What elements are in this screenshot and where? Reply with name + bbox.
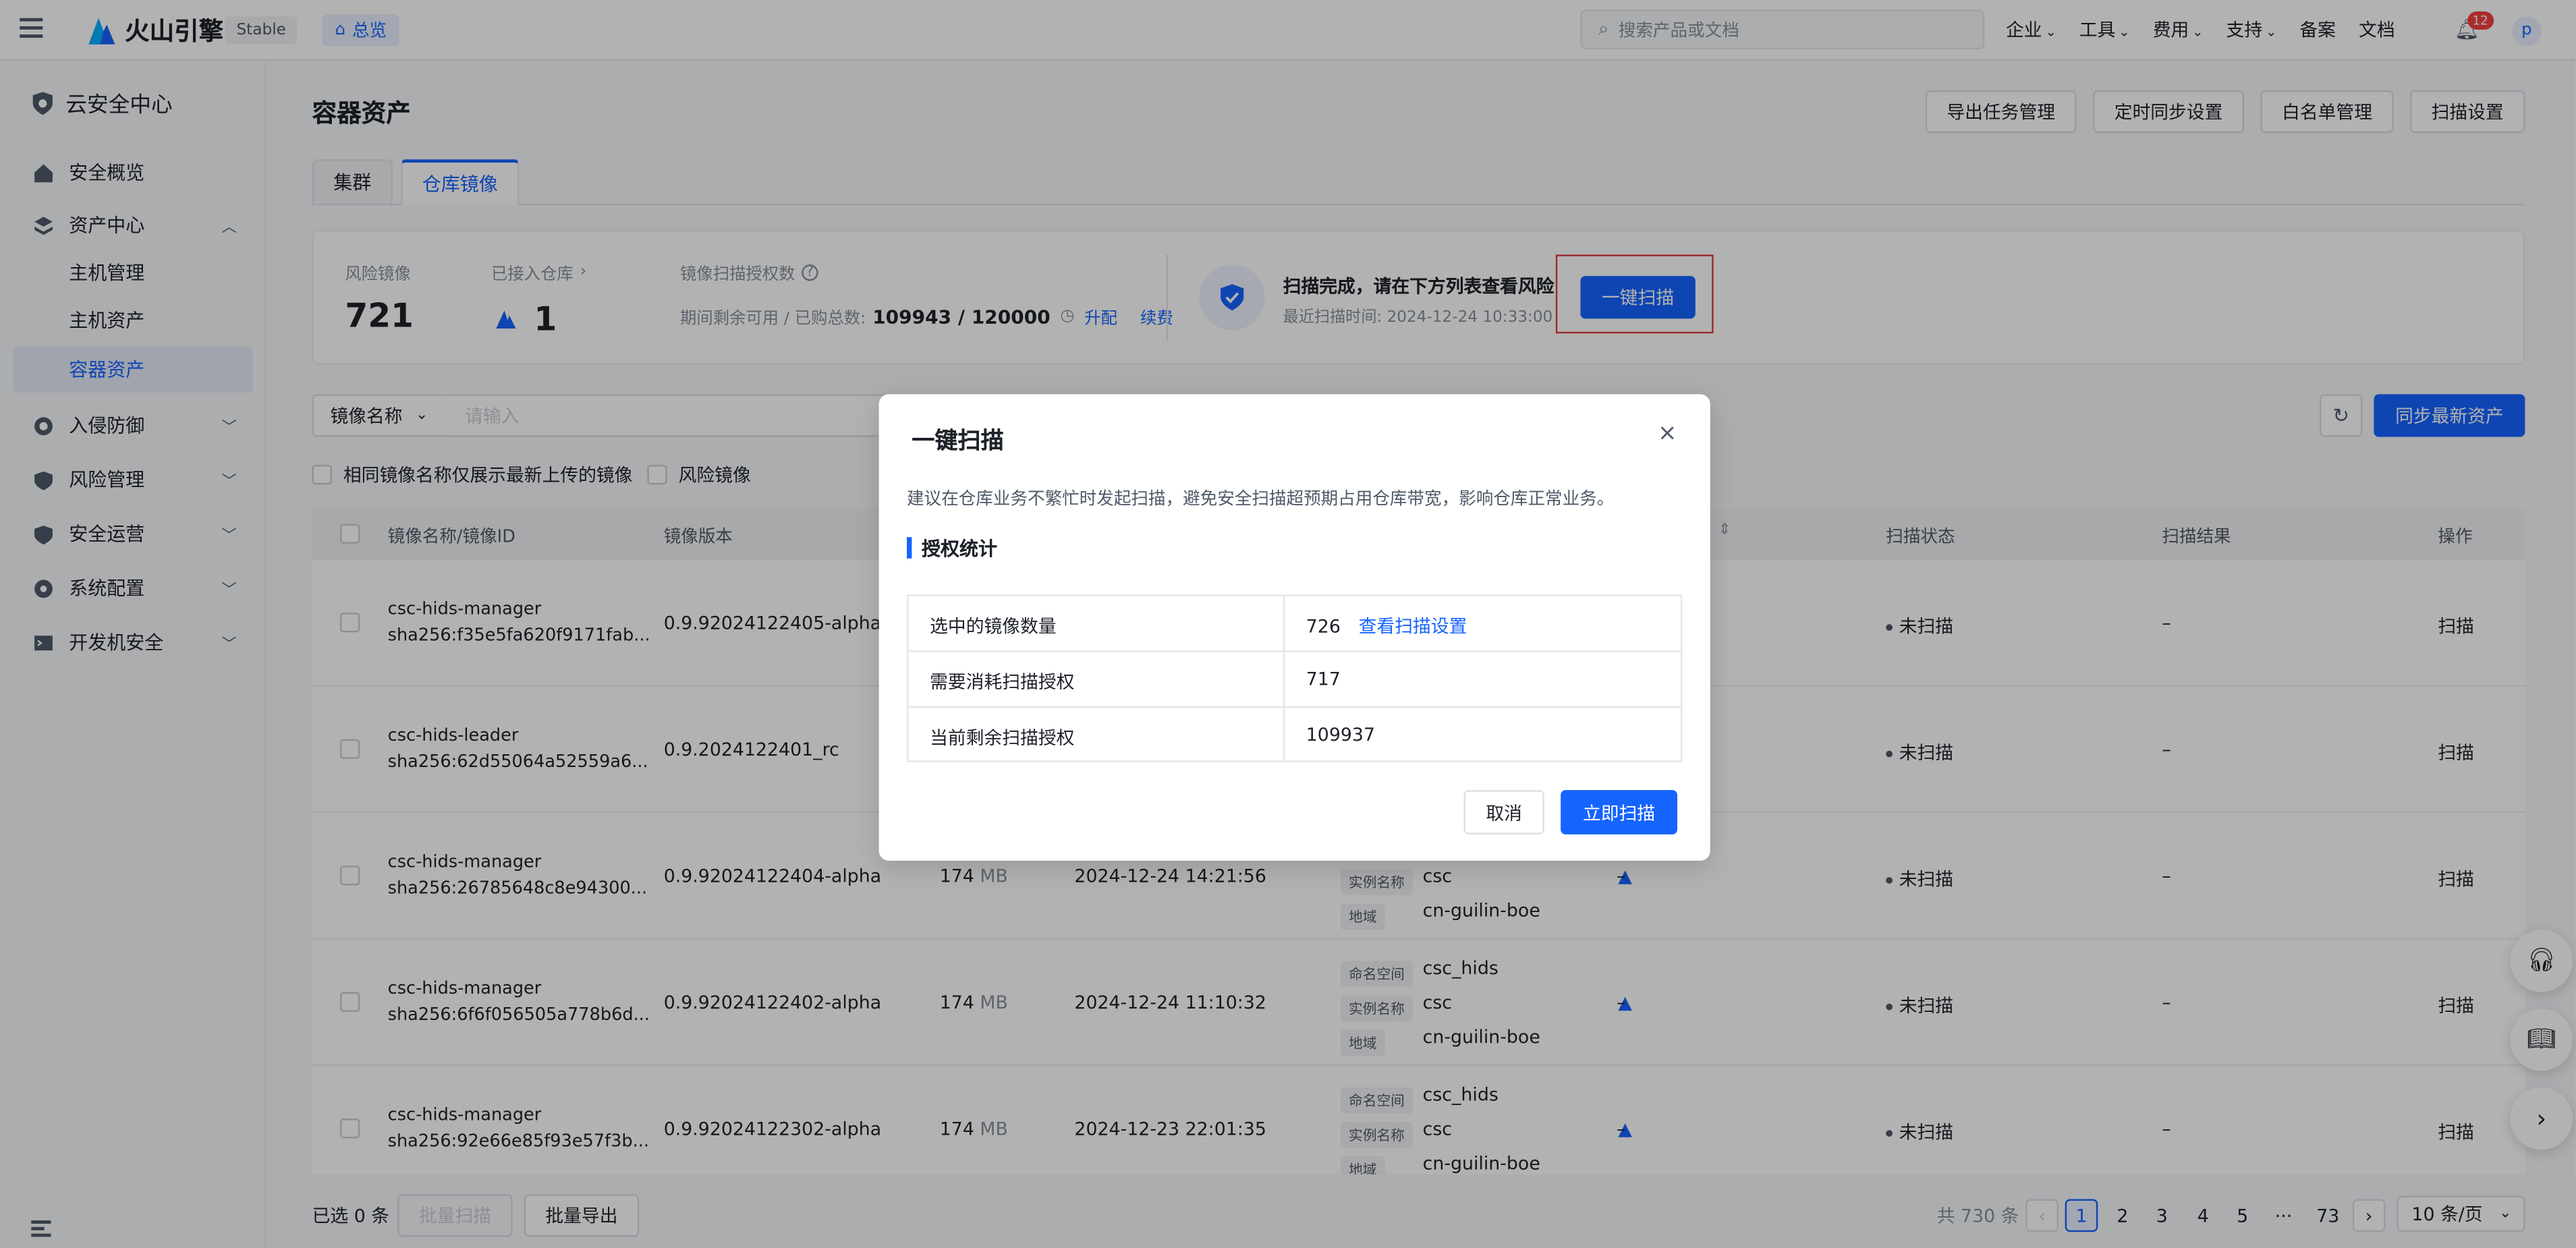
auth-row-value: 726 查看扫描设置 [1306, 613, 1467, 639]
view-scan-settings-link[interactable]: 查看扫描设置 [1359, 613, 1467, 639]
start-scan-button[interactable]: 立即扫描 [1561, 790, 1678, 834]
section-marker [907, 537, 912, 559]
section-title: 授权统计 [921, 537, 997, 561]
modal-title: 一键扫描 [912, 428, 1004, 455]
auth-row-label: 需要消耗扫描授权 [930, 671, 1075, 693]
auth-row-label: 选中的镜像数量 [930, 616, 1057, 637]
close-icon[interactable]: × [1658, 420, 1677, 447]
app-root: 火山引擎 Stable ⌂ 总览 ⌕ 搜索产品或文档 企业 ⌄ 工具 ⌄ 费用 ⌄ 支… [0, 0, 2576, 1248]
selected-images-count: 726 [1306, 615, 1341, 637]
auth-stats-table: 选中的镜像数量 726 查看扫描设置 需要消耗扫描授权 717 当前剩余扫描授权… [907, 594, 1683, 762]
cancel-button[interactable]: 取消 [1463, 790, 1544, 834]
consume-auth-value: 717 [1306, 669, 1341, 690]
remaining-auth-value: 109937 [1306, 724, 1376, 746]
scan-modal: 一键扫描 × 建议在仓库业务不繁忙时发起扫描，避免安全扫描超预期占用仓库带宽，影… [878, 394, 1710, 861]
auth-row-label: 当前剩余扫描授权 [930, 727, 1075, 749]
modal-description: 建议在仓库业务不繁忙时发起扫描，避免安全扫描超预期占用仓库带宽，影响仓库正常业务… [907, 489, 1615, 509]
